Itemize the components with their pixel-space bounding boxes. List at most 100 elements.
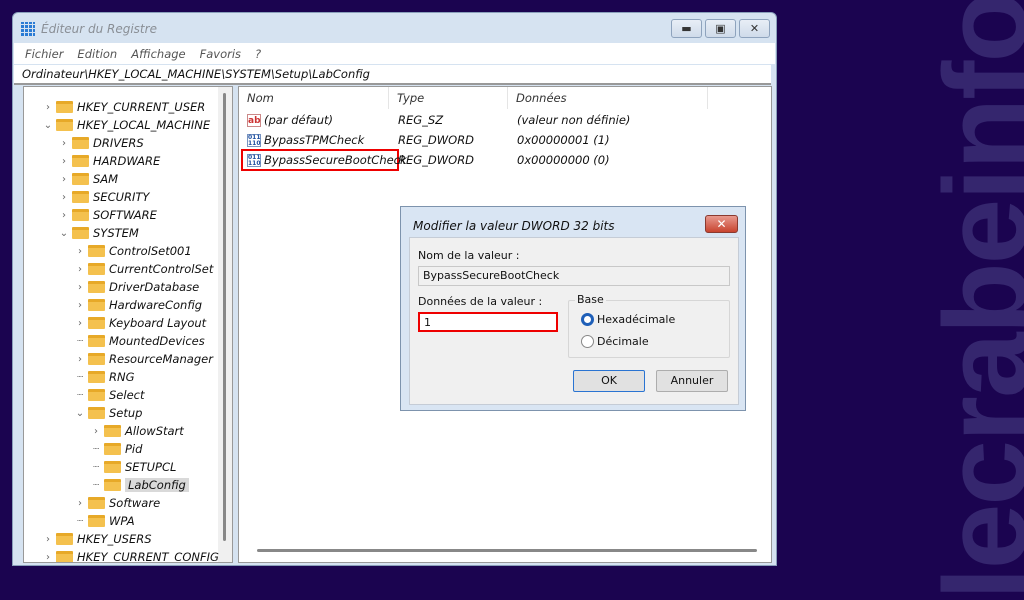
folder-icon — [88, 497, 105, 509]
menu-fichier[interactable]: Fichier — [25, 47, 63, 61]
tree-item[interactable]: › ResourceManager — [74, 350, 213, 368]
menu-favoris[interactable]: Favoris — [200, 47, 241, 61]
folder-icon — [88, 515, 105, 527]
chevron-down-icon[interactable]: ⌄ — [74, 408, 86, 419]
radio-hexadecimal[interactable]: Hexadécimale — [581, 313, 675, 326]
tree-item-label: SAM — [93, 172, 119, 186]
value-name: BypassSecureBootCheck — [264, 153, 407, 167]
menu-bar: Fichier Edition Affichage Favoris ? — [14, 43, 775, 64]
tree-item[interactable]: ┈ WPA — [74, 512, 135, 530]
folder-icon — [104, 443, 121, 455]
tree-item[interactable]: › SOFTWARE — [58, 206, 157, 224]
menu-help[interactable]: ? — [255, 47, 261, 61]
chevron-right-icon[interactable]: › — [74, 300, 86, 311]
chevron-right-icon[interactable]: › — [74, 498, 86, 509]
folder-icon — [72, 227, 89, 239]
value-data-input[interactable]: 1 — [418, 312, 558, 332]
tree-item[interactable]: › AllowStart — [90, 422, 184, 440]
registry-app-icon — [21, 22, 35, 36]
chevron-right-icon[interactable]: › — [74, 354, 86, 365]
tree-item[interactable]: › ControlSet001 — [74, 242, 192, 260]
chevron-right-icon[interactable]: › — [74, 246, 86, 257]
menu-affichage[interactable]: Affichage — [131, 47, 185, 61]
close-button[interactable]: ✕ — [739, 19, 770, 38]
address-bar[interactable]: Ordinateur\HKEY_LOCAL_MACHINE\SYSTEM\Set… — [14, 65, 771, 85]
tree-item[interactable]: ┈ MountedDevices — [74, 332, 205, 350]
folder-icon — [88, 353, 105, 365]
tree-item-label: SECURITY — [93, 190, 150, 204]
cancel-button[interactable]: Annuler — [656, 370, 728, 392]
tree-scrollbar[interactable] — [218, 87, 232, 562]
radio-decimal[interactable]: Décimale — [581, 335, 649, 348]
folder-icon — [88, 317, 105, 329]
tree-item-label: DRIVERS — [93, 136, 144, 150]
tree-item[interactable]: › Software — [74, 494, 160, 512]
chevron-right-icon[interactable]: › — [42, 102, 54, 113]
folder-icon — [88, 389, 105, 401]
chevron-right-icon[interactable]: › — [74, 264, 86, 275]
tree-item-label: SYSTEM — [93, 226, 139, 240]
folder-icon — [56, 551, 73, 562]
chevron-right-icon[interactable]: › — [74, 282, 86, 293]
tree-line-icon: ┈ — [76, 371, 84, 383]
tree-item[interactable]: ┈ LabConfig — [90, 476, 189, 494]
ok-button[interactable]: OK — [573, 370, 645, 392]
tree-item[interactable]: ┈ Pid — [90, 440, 142, 458]
tree-item[interactable]: ⌄ Setup — [74, 404, 143, 422]
folder-icon — [104, 425, 121, 437]
chevron-right-icon[interactable]: › — [58, 210, 70, 221]
tree-item[interactable]: ⌄ HKEY_LOCAL_MACHINE — [42, 116, 210, 134]
chevron-right-icon[interactable]: › — [58, 192, 70, 203]
tree-item[interactable]: › DriverDatabase — [74, 278, 199, 296]
chevron-right-icon[interactable]: › — [58, 138, 70, 149]
tree-item[interactable]: ┈ SETUPCL — [90, 458, 176, 476]
chevron-right-icon[interactable]: › — [58, 156, 70, 167]
tree-item[interactable]: ⌄ SYSTEM — [58, 224, 139, 242]
maximize-button[interactable]: ▣ — [705, 19, 736, 38]
tree-item[interactable]: › SECURITY — [58, 188, 149, 206]
tree-item-label: RNG — [109, 370, 135, 384]
chevron-right-icon[interactable]: › — [58, 174, 70, 185]
dialog-close-button[interactable]: ✕ — [705, 215, 738, 233]
tree-item[interactable]: › DRIVERS — [58, 134, 144, 152]
chevron-right-icon[interactable]: › — [42, 534, 54, 545]
chevron-down-icon[interactable]: ⌄ — [42, 120, 54, 131]
column-header-type[interactable]: Type — [389, 87, 508, 109]
folder-icon — [88, 263, 105, 275]
value-type: REG_DWORD — [398, 133, 475, 147]
tree-item[interactable]: › HARDWARE — [58, 152, 160, 170]
tree-item-label: HKEY_USERS — [77, 532, 152, 546]
tree-item[interactable]: ┈ Select — [74, 386, 145, 404]
tree-item[interactable]: › CurrentControlSet — [74, 260, 213, 278]
tree-item[interactable]: › SAM — [58, 170, 118, 188]
folder-icon — [56, 119, 73, 131]
list-horizontal-scrollbar[interactable] — [257, 549, 757, 552]
minimize-button[interactable]: ▬ — [671, 19, 702, 38]
column-header-data[interactable]: Données — [508, 87, 708, 109]
tree-item[interactable]: › Keyboard Layout — [74, 314, 206, 332]
tree-item[interactable]: › HKEY_USERS — [42, 530, 152, 548]
chevron-right-icon[interactable]: › — [74, 318, 86, 329]
tree-item[interactable]: › HardwareConfig — [74, 296, 202, 314]
column-header-name[interactable]: Nom — [239, 87, 389, 109]
folder-icon — [56, 533, 73, 545]
tree-item-label: HKEY_CURRENT_USER — [77, 100, 206, 114]
tree-item-label: AllowStart — [125, 424, 184, 438]
menu-edition[interactable]: Edition — [77, 47, 117, 61]
base-group: Base Hexadécimale Décimale — [568, 293, 730, 358]
tree-item-label: ResourceManager — [109, 352, 213, 366]
tree-item[interactable]: › HKEY_CURRENT_USER — [42, 98, 205, 116]
binary-value-icon: 011 110 — [247, 154, 261, 167]
value-data-label: Données de la valeur : — [418, 295, 543, 308]
tree-item-label: ControlSet001 — [109, 244, 192, 258]
folder-icon — [88, 245, 105, 257]
base-label: Base — [575, 293, 606, 306]
value-type: REG_SZ — [398, 113, 444, 127]
chevron-right-icon[interactable]: › — [42, 552, 54, 563]
tree-item[interactable]: ┈ RNG — [74, 368, 135, 386]
chevron-down-icon[interactable]: ⌄ — [58, 228, 70, 239]
value-type: REG_DWORD — [398, 153, 475, 167]
chevron-right-icon[interactable]: › — [90, 426, 102, 437]
folder-icon — [72, 173, 89, 185]
tree-item[interactable]: › HKEY_CURRENT_CONFIG — [42, 548, 219, 563]
